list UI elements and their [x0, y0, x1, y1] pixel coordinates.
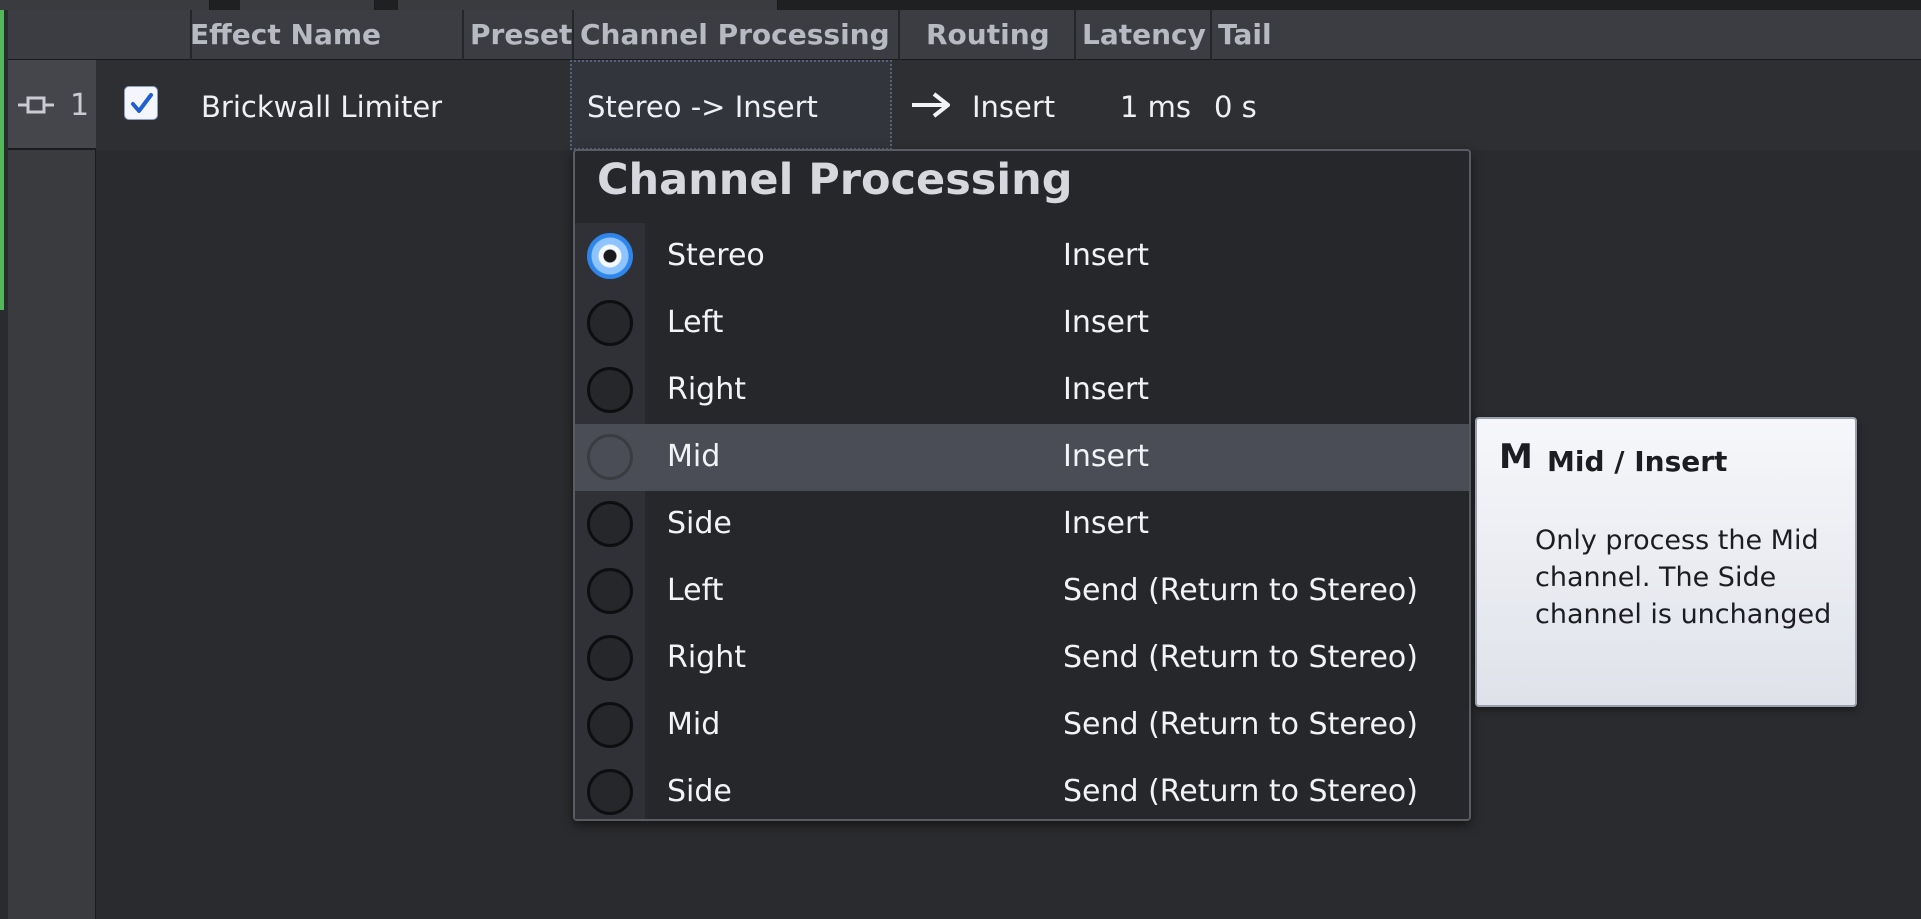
radio-icon: [587, 568, 633, 614]
menu-item-left-insert[interactable]: Left Insert: [575, 290, 1469, 357]
tab-strip-segment[interactable]: [0, 0, 210, 10]
menu-item-label: Stereo: [667, 238, 765, 273]
channel-processing-dropdown[interactable]: Stereo -> Insert: [570, 60, 892, 150]
menu-title: Channel Processing: [597, 155, 1073, 205]
menu-item-label: Left: [667, 305, 724, 340]
radio-icon: [587, 434, 633, 480]
routing-value[interactable]: Insert: [972, 90, 1055, 124]
header-effect-name[interactable]: Effect Name: [96, 10, 464, 60]
effect-name[interactable]: Brickwall Limiter: [201, 90, 442, 124]
checkmark-icon: [131, 93, 153, 113]
arrow-right-icon: [912, 92, 950, 118]
menu-item-tooltip: M Mid / Insert Only process the Mid chan…: [1475, 417, 1857, 707]
tab-strip: [0, 0, 1921, 10]
header-preset[interactable]: Preset: [464, 10, 574, 60]
menu-item-label: Mid: [667, 707, 721, 742]
radio-icon: [587, 635, 633, 681]
menu-item-route: Send (Return to Stereo): [1063, 774, 1418, 809]
menu-item-label: Right: [667, 640, 746, 675]
effect-row[interactable]: 1 Brickwall Limiter Stereo -> Insert Ins…: [8, 60, 1921, 150]
tab-strip-segment[interactable]: [398, 0, 778, 10]
radio-icon: [587, 501, 633, 547]
menu-item-route: Insert: [1063, 506, 1150, 541]
menu-item-route: Send (Return to Stereo): [1063, 573, 1418, 608]
menu-item-side-send[interactable]: Side Send (Return to Stereo): [575, 759, 1469, 826]
menu-item-route: Insert: [1063, 372, 1150, 407]
enable-checkbox[interactable]: [124, 86, 158, 120]
menu-item-route: Insert: [1063, 439, 1150, 474]
plugin-slot-icon: [18, 96, 54, 114]
menu-item-left-send[interactable]: Left Send (Return to Stereo): [575, 558, 1469, 625]
radio-icon: [587, 300, 633, 346]
radio-selected-icon: [587, 233, 633, 279]
column-header-row: Effect Name Preset Channel Processing Ro…: [8, 10, 1921, 60]
menu-item-route: Send (Return to Stereo): [1063, 707, 1418, 742]
radio-icon: [587, 367, 633, 413]
channel-processing-menu: Channel Processing Stereo Insert Left In…: [573, 149, 1471, 821]
tooltip-hotkey: M: [1499, 437, 1533, 477]
radio-icon: [587, 769, 633, 815]
tab-strip-segment[interactable]: [240, 0, 375, 10]
header-routing[interactable]: Routing: [900, 10, 1076, 60]
menu-item-label: Left: [667, 573, 724, 608]
menu-item-route: Insert: [1063, 238, 1150, 273]
menu-item-route: Send (Return to Stereo): [1063, 640, 1418, 675]
menu-item-right-insert[interactable]: Right Insert: [575, 357, 1469, 424]
menu-item-stereo-insert[interactable]: Stereo Insert: [575, 223, 1469, 290]
header-channel-processing[interactable]: Channel Processing: [574, 10, 900, 60]
menu-item-label: Side: [667, 506, 732, 541]
header-latency[interactable]: Latency: [1076, 10, 1212, 60]
menu-item-side-insert[interactable]: Side Insert: [575, 491, 1469, 558]
tooltip-title: Mid / Insert: [1547, 445, 1728, 478]
menu-item-right-send[interactable]: Right Send (Return to Stereo): [575, 625, 1469, 692]
track-color-edge: [0, 10, 4, 310]
slot-number: 1: [70, 88, 90, 123]
header-tail[interactable]: Tail: [1212, 10, 1921, 60]
slot-cell[interactable]: 1: [8, 60, 96, 150]
latency-value: 1 ms: [1120, 90, 1192, 124]
tail-value: 0 s: [1214, 90, 1257, 124]
effects-window: Effect Name Preset Channel Processing Ro…: [0, 0, 1921, 919]
channel-processing-value: Stereo -> Insert: [587, 90, 818, 124]
radio-icon: [587, 702, 633, 748]
menu-item-label: Mid: [667, 439, 721, 474]
menu-item-mid-insert[interactable]: Mid Insert: [575, 424, 1469, 491]
menu-item-mid-send[interactable]: Mid Send (Return to Stereo): [575, 692, 1469, 759]
menu-item-label: Side: [667, 774, 732, 809]
menu-item-route: Insert: [1063, 305, 1150, 340]
menu-item-label: Right: [667, 372, 746, 407]
tooltip-body: Only process the Mid channel. The Side c…: [1535, 525, 1832, 630]
